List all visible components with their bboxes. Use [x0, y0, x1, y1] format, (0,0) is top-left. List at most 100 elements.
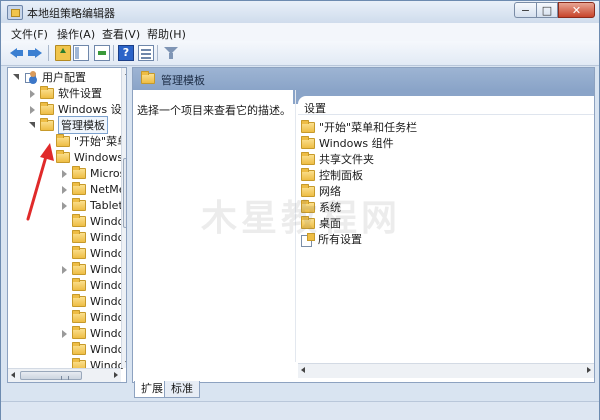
back-icon[interactable]: [9, 45, 25, 61]
tree-node-windows[interactable]: Windows: [60, 341, 126, 357]
tree-label: 用户配置: [42, 71, 86, 84]
tree-node-windows[interactable]: Windows: [60, 261, 126, 277]
folder-icon: [72, 261, 86, 275]
details-header: 管理模板: [133, 68, 594, 90]
scroll-left-icon[interactable]: [11, 372, 15, 378]
annotation-arrow-head: [40, 143, 54, 161]
expand-triangle-icon[interactable]: [28, 105, 37, 114]
menu-help[interactable]: 帮助(H): [147, 26, 186, 42]
folder-icon: [72, 229, 86, 243]
details-header-title: 管理模板: [161, 74, 205, 87]
folder-icon: [301, 151, 315, 165]
tree-node-windows[interactable]: Windows: [60, 277, 126, 293]
scroll-right-icon[interactable]: [587, 367, 591, 373]
scroll-left-icon[interactable]: [301, 367, 305, 373]
folder-icon: [72, 341, 86, 355]
view-tabs: 扩展 标准: [132, 381, 332, 399]
folder-icon: [301, 119, 315, 133]
help-icon[interactable]: ?: [118, 45, 134, 61]
folder-icon: [72, 181, 86, 195]
annotation-arrow-shaft: [26, 151, 49, 221]
folder-icon: [301, 167, 315, 181]
tree-label: Windows 组件: [74, 151, 126, 164]
tree-node-windows[interactable]: Windows: [60, 293, 126, 309]
scroll-up-icon[interactable]: [125, 71, 126, 75]
tree-horizontal-scrollbar[interactable]: [8, 368, 121, 382]
toolbar-separator: [113, 45, 114, 61]
tree-label-selected: 管理模板: [58, 116, 108, 134]
tree-node-windows[interactable]: Windows: [60, 309, 126, 325]
tree-node-microsoft[interactable]: Microsoft: [60, 165, 126, 181]
tree-node-windows-settings[interactable]: Windows 设置: [28, 101, 126, 117]
tree-node-user-config[interactable]: 用户配置: [12, 69, 86, 85]
column-header-label: 设置: [304, 102, 326, 115]
minimize-button[interactable]: −: [514, 2, 536, 18]
tree-node-windows[interactable]: Windows: [60, 245, 126, 261]
toolbar-separator: [157, 45, 158, 61]
description-text: 选择一个项目来查看它的描述。: [137, 104, 291, 117]
folder-icon: [72, 165, 86, 179]
tree-node-software-settings[interactable]: 软件设置: [28, 85, 102, 101]
tab-standard[interactable]: 标准: [164, 381, 200, 398]
menu-file[interactable]: 文件(F): [11, 26, 48, 42]
scroll-thumb[interactable]: [123, 158, 126, 228]
maximize-button[interactable]: □: [536, 2, 558, 18]
tree-node-windows[interactable]: Windows: [60, 325, 126, 341]
list-item-control-panel[interactable]: 控制面板: [301, 167, 363, 183]
up-folder-icon[interactable]: [55, 45, 71, 61]
folder-icon: [72, 293, 86, 307]
tree-node-windows[interactable]: Windows: [60, 229, 126, 245]
list-item-start-menu-taskbar[interactable]: "开始"菜单和任务栏: [301, 119, 417, 135]
toolbar-separator: [48, 45, 49, 61]
scroll-thumb[interactable]: [20, 371, 82, 380]
menu-action[interactable]: 操作(A): [57, 26, 95, 42]
red-arrow-annotation: [26, 143, 54, 221]
tree-node-windows[interactable]: Windows: [60, 213, 126, 229]
expand-triangle-icon[interactable]: [60, 265, 69, 274]
tree-node-netmeeting[interactable]: NetMeeting: [60, 181, 126, 197]
list-item-label: Windows 组件: [319, 137, 394, 150]
filter-icon[interactable]: [163, 45, 179, 61]
group-policy-app-icon: [7, 5, 23, 20]
properties-icon[interactable]: [138, 45, 154, 61]
close-button[interactable]: ✕: [558, 2, 595, 18]
window: 本地组策略编辑器 − □ ✕ 文件(F) 操作(A) 查看(V) 帮助(H) ?…: [0, 0, 600, 420]
folder-icon: [72, 309, 86, 323]
expand-triangle-icon[interactable]: [60, 329, 69, 338]
list-item-label: "开始"菜单和任务栏: [319, 121, 418, 134]
show-hide-tree-icon[interactable]: [73, 45, 89, 61]
folder-icon: [141, 71, 155, 84]
details-horizontal-scrollbar[interactable]: [298, 363, 594, 378]
column-header-settings[interactable]: 设置: [298, 96, 594, 115]
forward-icon[interactable]: [27, 45, 43, 61]
title-bar[interactable]: 本地组策略编辑器 − □ ✕: [1, 1, 599, 23]
folder-icon: [301, 135, 315, 149]
tree-node-tablet-pc[interactable]: Tablet PC: [60, 197, 126, 213]
menu-view[interactable]: 查看(V): [102, 26, 140, 42]
folder-icon: [72, 197, 86, 211]
folder-icon: [72, 277, 86, 291]
list-item-shared-folders[interactable]: 共享文件夹: [301, 151, 374, 167]
expand-triangle-icon[interactable]: [28, 89, 37, 98]
folder-icon: [40, 117, 54, 131]
export-list-icon[interactable]: [94, 45, 110, 61]
collapse-triangle-icon[interactable]: [12, 73, 21, 82]
console-tree[interactable]: 用户配置 软件设置 Windows 设置 管理模板 "开始"菜单 Windows…: [7, 67, 127, 383]
scroll-down-icon[interactable]: [125, 361, 126, 365]
list-item-windows-components[interactable]: Windows 组件: [301, 135, 394, 151]
tree-vertical-scrollbar[interactable]: [121, 68, 126, 368]
collapse-triangle-icon[interactable]: [28, 121, 37, 130]
watermark: 木星教程网: [201, 198, 402, 239]
tree-label: "开始"菜单: [74, 135, 127, 148]
toolbar: ?: [1, 41, 599, 66]
folder-icon: [72, 325, 86, 339]
tree-node-admin-templates[interactable]: 管理模板: [28, 116, 108, 134]
folder-icon: [40, 101, 54, 115]
scroll-right-icon[interactable]: [114, 372, 118, 378]
